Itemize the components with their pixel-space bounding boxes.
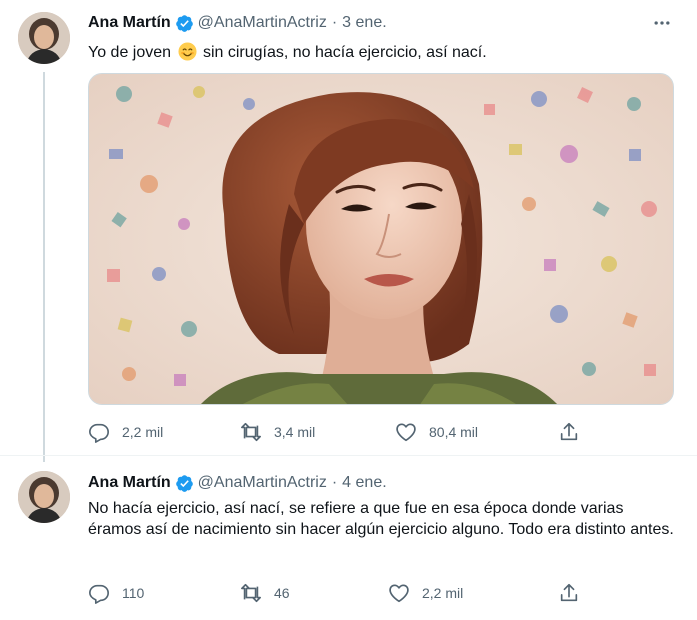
tweet-photo[interactable] <box>88 73 674 405</box>
share-button[interactable] <box>558 420 592 444</box>
avatar[interactable] <box>18 12 70 64</box>
separator: · <box>331 14 338 31</box>
retweet-button[interactable]: 3,4 mil <box>240 420 315 444</box>
tweet-text-part-1: Yo de joven <box>88 44 172 61</box>
retweet-count: 3,4 mil <box>274 424 316 440</box>
retweet-icon <box>240 582 262 604</box>
tweet-header: Ana Martín @AnaMartinActriz · 3 ene. <box>88 12 387 34</box>
tweet-actions: 110 46 2,2 mil <box>88 581 588 605</box>
share-icon <box>558 421 580 443</box>
like-button[interactable]: 2,2 mil <box>388 581 463 605</box>
reply-count: 2,2 mil <box>122 424 164 440</box>
heart-icon <box>388 582 410 604</box>
reply-count: 110 <box>122 585 145 601</box>
tweet-text: No hacía ejercicio, así nací, se refiere… <box>88 500 674 538</box>
author-handle[interactable]: @AnaMartinActriz <box>198 474 327 492</box>
tweet-actions: 2,2 mil 3,4 mil 80,4 mil <box>88 420 588 444</box>
like-count: 2,2 mil <box>422 585 464 601</box>
author-name[interactable]: Ana Martín <box>88 14 171 32</box>
avatar-image <box>18 471 70 523</box>
thread-line <box>43 72 45 462</box>
separator: · <box>331 474 338 491</box>
share-button[interactable] <box>558 581 592 605</box>
smiling-face-icon <box>177 42 197 61</box>
tweet-2[interactable]: Ana Martín @AnaMartinActriz · 4 ene. No … <box>0 456 697 620</box>
timestamp[interactable]: 3 ene. <box>342 14 386 32</box>
reply-button[interactable]: 2,2 mil <box>88 420 163 444</box>
avatar[interactable] <box>18 471 70 523</box>
author-handle[interactable]: @AnaMartinActriz <box>198 14 327 32</box>
avatar-image <box>18 12 70 64</box>
like-count: 80,4 mil <box>429 424 479 440</box>
verified-badge-icon <box>175 474 194 493</box>
reply-button[interactable]: 110 <box>88 581 144 605</box>
retweet-icon <box>240 421 262 443</box>
reply-icon <box>88 421 110 443</box>
timestamp[interactable]: 4 ene. <box>342 474 386 492</box>
retweet-button[interactable]: 46 <box>240 581 290 605</box>
reply-icon <box>88 582 110 604</box>
tweet-header: Ana Martín @AnaMartinActriz · 4 ene. <box>88 472 387 494</box>
tweet-1[interactable]: Ana Martín @AnaMartinActriz · 3 ene. Yo … <box>0 0 697 462</box>
retweet-count: 46 <box>274 585 290 601</box>
share-icon <box>558 582 580 604</box>
tweet-text-part-2: sin cirugías, no hacía ejercicio, así na… <box>202 44 487 61</box>
like-button[interactable]: 80,4 mil <box>395 420 478 444</box>
verified-badge-icon <box>175 14 194 33</box>
tweet-text: Yo de joven sin cirugías, no hacía ejerc… <box>88 42 678 63</box>
more-options-icon[interactable] <box>651 12 673 34</box>
portrait-photo-image <box>89 74 673 404</box>
author-name[interactable]: Ana Martín <box>88 474 171 492</box>
heart-icon <box>395 421 417 443</box>
